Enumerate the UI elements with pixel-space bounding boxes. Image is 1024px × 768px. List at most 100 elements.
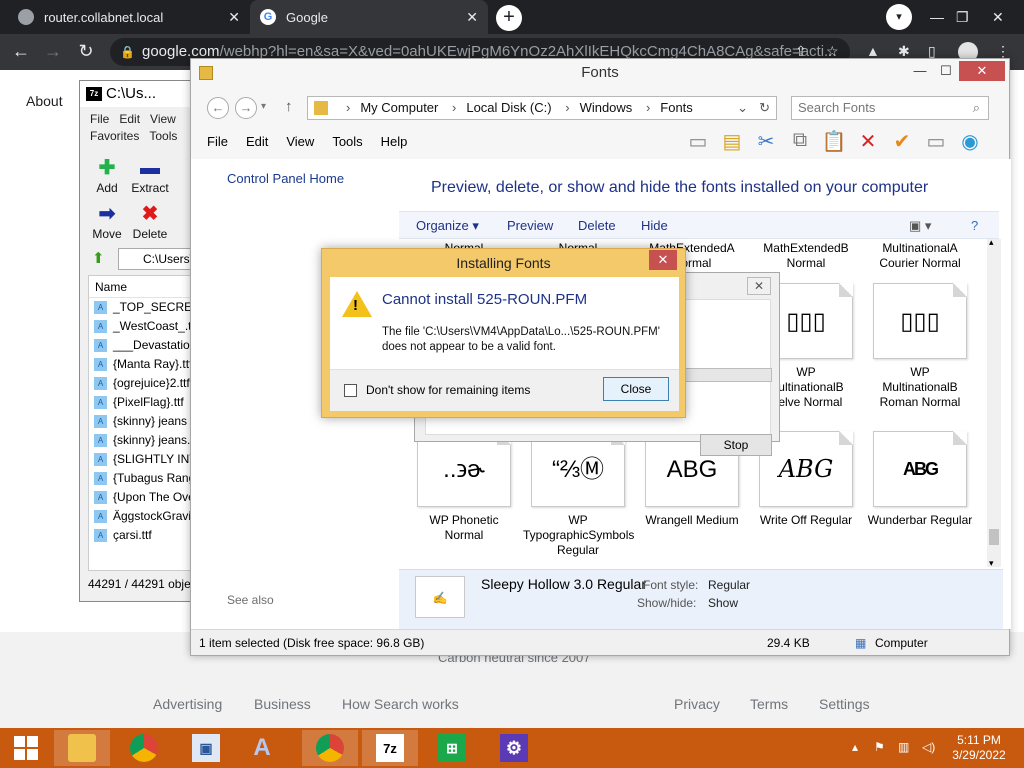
address-dropdown-icon[interactable]: ⌄: [737, 97, 748, 119]
forward-icon[interactable]: →: [42, 41, 64, 62]
delete-icon[interactable]: ✕: [855, 129, 881, 154]
forward-icon[interactable]: →: [235, 97, 257, 119]
column-header-name[interactable]: Name: [89, 276, 198, 298]
crumb-local-disk[interactable]: Local Disk (C:): [466, 100, 551, 115]
list-item[interactable]: {ogrejuice}2.ttf: [89, 374, 198, 393]
scroll-up-icon[interactable]: ▴: [989, 237, 994, 248]
menu-file[interactable]: File: [207, 134, 228, 149]
extract-button[interactable]: ▬ Extract: [128, 155, 172, 195]
shell-icon[interactable]: ◉: [957, 129, 983, 154]
close-button[interactable]: Close: [603, 377, 669, 401]
delete-button[interactable]: Delete: [578, 218, 616, 233]
list-item[interactable]: _TOP_SECRET_: [89, 298, 198, 317]
list-item[interactable]: {SLIGHTLY INTO: [89, 450, 198, 469]
list-item[interactable]: _WestCoast_.tt: [89, 317, 198, 336]
advertising-link[interactable]: Advertising: [153, 696, 222, 712]
close-icon[interactable]: ✕: [959, 61, 1005, 81]
crumb-windows[interactable]: Windows: [580, 100, 633, 115]
restore-icon[interactable]: ❐: [956, 0, 969, 34]
list-item[interactable]: {skinny} jeans.t: [89, 431, 198, 450]
terms-link[interactable]: Terms: [750, 696, 788, 712]
folder-up-icon[interactable]: ⬆: [92, 249, 105, 267]
taskbar-chrome-2[interactable]: [302, 730, 358, 766]
up-icon[interactable]: ↑: [285, 98, 293, 115]
tab-router[interactable]: router.collabnet.local ✕: [0, 0, 250, 34]
menu-edit[interactable]: Edit: [119, 112, 140, 126]
menu-view[interactable]: View: [286, 134, 314, 149]
minimize-icon[interactable]: —: [930, 0, 944, 34]
font-tile[interactable]: ABG Wunderbar Regular: [865, 431, 975, 528]
close-icon[interactable]: ✕: [649, 250, 677, 270]
dont-show-label[interactable]: Don't show for remaining items: [366, 383, 530, 397]
flag-icon[interactable]: ⚑: [874, 740, 885, 754]
close-tab-icon[interactable]: ✕: [228, 9, 240, 26]
taskbar-chrome[interactable]: [116, 730, 172, 766]
start-button[interactable]: [0, 728, 52, 768]
list-item[interactable]: ÄggstockGravic: [89, 507, 198, 526]
tab-search-button[interactable]: ▾: [886, 4, 912, 30]
font-tile[interactable]: MathExtendedB Normal: [751, 241, 861, 271]
add-button[interactable]: ✚ Add: [85, 155, 129, 195]
font-tile[interactable]: “⅔Ⓜ WP TypographicSymbols Regular: [523, 431, 634, 558]
list-item[interactable]: {Tubagus Rang: [89, 469, 198, 488]
taskbar-settings[interactable]: ⚙: [486, 730, 542, 766]
about-link[interactable]: About: [26, 93, 63, 109]
checkmark-icon[interactable]: ✔: [889, 129, 915, 154]
extension-icon[interactable]: ▲: [866, 43, 880, 59]
back-icon[interactable]: ←: [207, 97, 229, 119]
menu-edit[interactable]: Edit: [246, 134, 268, 149]
search-input[interactable]: Search Fonts ⌕: [791, 96, 989, 120]
crumb-fonts[interactable]: Fonts: [660, 100, 693, 115]
taskbar-remote-desktop[interactable]: ▣: [178, 730, 234, 766]
recent-dropdown-icon[interactable]: ▾: [261, 101, 266, 112]
view-options-icon[interactable]: ▣ ▾: [909, 218, 931, 234]
volume-icon[interactable]: ◁): [922, 740, 935, 754]
list-item[interactable]: {PixelFlag}.ttf: [89, 393, 198, 412]
preview-button[interactable]: Preview: [507, 218, 553, 233]
taskbar-7zip[interactable]: 7z: [362, 730, 418, 766]
help-icon[interactable]: ?: [971, 218, 978, 233]
font-tile[interactable]: MultinationalA Courier Normal: [865, 241, 975, 271]
how-search-works-link[interactable]: How Search works: [342, 696, 459, 712]
close-window-icon[interactable]: ✕: [992, 0, 1004, 34]
stop-button[interactable]: Stop: [700, 434, 772, 456]
tray-chevron-icon[interactable]: ▴: [852, 740, 858, 754]
properties-icon[interactable]: ▭: [923, 129, 949, 154]
crumb-my-computer[interactable]: My Computer: [360, 100, 438, 115]
settings-link[interactable]: Settings: [819, 696, 870, 712]
refresh-icon[interactable]: ↻: [759, 97, 770, 119]
list-item[interactable]: ___Devastation.: [89, 336, 198, 355]
layout-icon[interactable]: ▭: [685, 129, 711, 154]
control-panel-home-link[interactable]: Control Panel Home: [227, 171, 344, 186]
cut-icon[interactable]: ✂: [753, 129, 779, 154]
menu-favorites[interactable]: Favorites: [90, 129, 139, 143]
organize-button[interactable]: Organize ▾: [416, 218, 479, 234]
7zip-titlebar[interactable]: 7z C:\Us...: [80, 81, 198, 107]
back-icon[interactable]: ←: [10, 41, 32, 62]
new-tab-button[interactable]: +: [496, 5, 522, 31]
list-item[interactable]: {skinny} jeans s: [89, 412, 198, 431]
list-item[interactable]: {Upon The Ove: [89, 488, 198, 507]
font-tile[interactable]: ..϶ɚ WP Phonetic Normal: [409, 431, 519, 543]
copy-icon[interactable]: ⧉: [787, 129, 813, 154]
delete-button[interactable]: ✖ Delete: [128, 201, 172, 241]
taskbar-font-app[interactable]: A: [234, 730, 290, 766]
list-item[interactable]: {Manta Ray}.ttf: [89, 355, 198, 374]
vertical-scrollbar[interactable]: ▴ ▾: [987, 237, 1001, 569]
tab-google[interactable]: G Google ✕: [250, 0, 488, 34]
menu-view[interactable]: View: [150, 112, 176, 126]
folder-options-icon[interactable]: ▤: [719, 129, 745, 154]
taskbar-file-explorer[interactable]: [54, 730, 110, 766]
reload-icon[interactable]: ↻: [75, 41, 97, 62]
menu-help[interactable]: Help: [381, 134, 408, 149]
scroll-thumb[interactable]: [989, 529, 999, 545]
font-tile[interactable]: ▯▯▯ WP MultinationalB Roman Normal: [865, 283, 975, 410]
hide-button[interactable]: Hide: [641, 218, 668, 233]
breadcrumb[interactable]: › My Computer › Local Disk (C:) › Windows ›…: [307, 96, 777, 120]
close-tab-icon[interactable]: ✕: [466, 9, 478, 26]
scroll-down-icon[interactable]: ▾: [989, 558, 994, 569]
system-clock[interactable]: 5:11 PM 3/29/2022: [950, 733, 1008, 763]
7zip-path-field[interactable]: C:\Users\: [118, 248, 198, 270]
maximize-icon[interactable]: ☐: [929, 61, 963, 81]
menu-tools[interactable]: Tools: [149, 129, 177, 143]
